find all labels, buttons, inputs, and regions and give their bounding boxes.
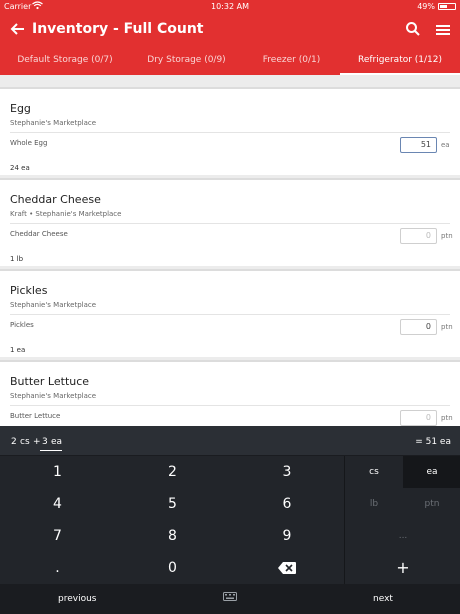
- unit-label: ea: [441, 141, 450, 149]
- quantity-field[interactable]: 51: [400, 137, 437, 153]
- list-item: Cheddar Cheese Kraft • Stephanie's Marke…: [0, 178, 460, 266]
- unit-key-cs[interactable]: cs: [345, 456, 403, 488]
- more-units-key[interactable]: ...: [345, 520, 460, 552]
- key-1[interactable]: 1: [0, 456, 115, 488]
- expression-token: ea: [51, 437, 63, 447]
- unit-pad: cs ea lb ptn ... +: [344, 456, 460, 584]
- unit-key-ptn[interactable]: ptn: [403, 488, 460, 520]
- key-7[interactable]: 7: [0, 520, 115, 552]
- expression-token: cs: [20, 437, 30, 447]
- tab-freezer[interactable]: Freezer (0/1): [243, 47, 340, 75]
- expression-token: 3: [42, 437, 48, 447]
- total-count: 1 ea: [10, 346, 26, 354]
- backspace-icon: [278, 562, 296, 574]
- input-caret: [40, 450, 62, 451]
- battery-level: [440, 5, 447, 8]
- battery-icon: [438, 3, 456, 10]
- item-name: Cheddar Cheese: [10, 193, 101, 206]
- item-subtitle: Kraft • Stephanie's Marketplace: [10, 210, 122, 218]
- tab-dry-storage[interactable]: Dry Storage (0/9): [130, 47, 243, 75]
- keyboard-icon[interactable]: [223, 592, 237, 602]
- divider: [10, 132, 450, 133]
- unit-key-ea[interactable]: ea: [403, 456, 460, 488]
- total-count: 24 ea: [10, 164, 30, 172]
- list-item: Egg Stephanie's Marketplace Whole Egg 51…: [0, 87, 460, 175]
- count-keypad: 2 cs + 3 ea = 51 ea 1 2 3 4 5 6 7 8 9 . …: [0, 426, 460, 614]
- expression-token: 2: [11, 437, 17, 447]
- backspace-key[interactable]: [230, 552, 344, 584]
- item-name: Pickles: [10, 284, 48, 297]
- key-9[interactable]: 9: [230, 520, 344, 552]
- item-subtitle: Stephanie's Marketplace: [10, 392, 97, 400]
- status-bar: Carrier 10:32 AM 49%: [0, 0, 460, 13]
- quantity-field[interactable]: 0: [400, 319, 437, 335]
- count-item-label: Whole Egg: [10, 139, 48, 147]
- unit-label: ptn: [441, 414, 453, 422]
- search-icon[interactable]: [405, 21, 421, 37]
- count-item-label: Butter Lettuce: [10, 412, 61, 420]
- key-8[interactable]: 8: [115, 520, 230, 552]
- previous-button[interactable]: previous: [58, 594, 96, 604]
- divider: [10, 405, 450, 406]
- app-bar: Inventory - Full Count: [0, 13, 460, 47]
- clock: 10:32 AM: [211, 2, 249, 11]
- list-item: Butter Lettuce Stephanie's Marketplace B…: [0, 360, 460, 430]
- next-button[interactable]: next: [373, 594, 393, 604]
- unit-label: ptn: [441, 323, 453, 331]
- keypad-nav-bar: previous next: [0, 584, 460, 614]
- divider: [10, 223, 450, 224]
- menu-icon[interactable]: [435, 22, 451, 36]
- quantity-field[interactable]: 0: [400, 410, 437, 426]
- plus-key[interactable]: +: [345, 552, 460, 584]
- unit-label: ptn: [441, 232, 453, 240]
- expression-token: +: [33, 437, 41, 447]
- digit-pad: 1 2 3 4 5 6 7 8 9 . 0: [0, 456, 344, 584]
- key-5[interactable]: 5: [115, 488, 230, 520]
- list-item: Pickles Stephanie's Marketplace Pickles …: [0, 269, 460, 357]
- expression-bar: 2 cs + 3 ea = 51 ea: [0, 426, 460, 456]
- key-decimal[interactable]: .: [0, 552, 115, 584]
- key-2[interactable]: 2: [115, 456, 230, 488]
- item-subtitle: Stephanie's Marketplace: [10, 301, 97, 309]
- item-name: Butter Lettuce: [10, 375, 90, 388]
- key-3[interactable]: 3: [230, 456, 344, 488]
- count-item-label: Pickles: [10, 321, 34, 329]
- key-6[interactable]: 6: [230, 488, 344, 520]
- tab-default-storage[interactable]: Default Storage (0/7): [0, 47, 130, 75]
- storage-tabs: Default Storage (0/7) Dry Storage (0/9) …: [0, 47, 460, 75]
- page-title: Inventory - Full Count: [32, 21, 204, 37]
- back-arrow-icon[interactable]: [9, 20, 27, 38]
- quantity-field[interactable]: 0: [400, 228, 437, 244]
- key-4[interactable]: 4: [0, 488, 115, 520]
- item-subtitle: Stephanie's Marketplace: [10, 119, 97, 127]
- count-item-label: Cheddar Cheese: [10, 230, 68, 238]
- battery-percent: 49%: [417, 2, 435, 11]
- divider: [10, 314, 450, 315]
- item-name: Egg: [10, 102, 31, 115]
- total-count: 1 lb: [10, 255, 24, 263]
- expression-result: = 51 ea: [415, 437, 451, 447]
- key-0[interactable]: 0: [115, 552, 230, 584]
- tab-refrigerator[interactable]: Refrigerator (1/12): [340, 47, 460, 75]
- unit-key-lb[interactable]: lb: [345, 488, 403, 520]
